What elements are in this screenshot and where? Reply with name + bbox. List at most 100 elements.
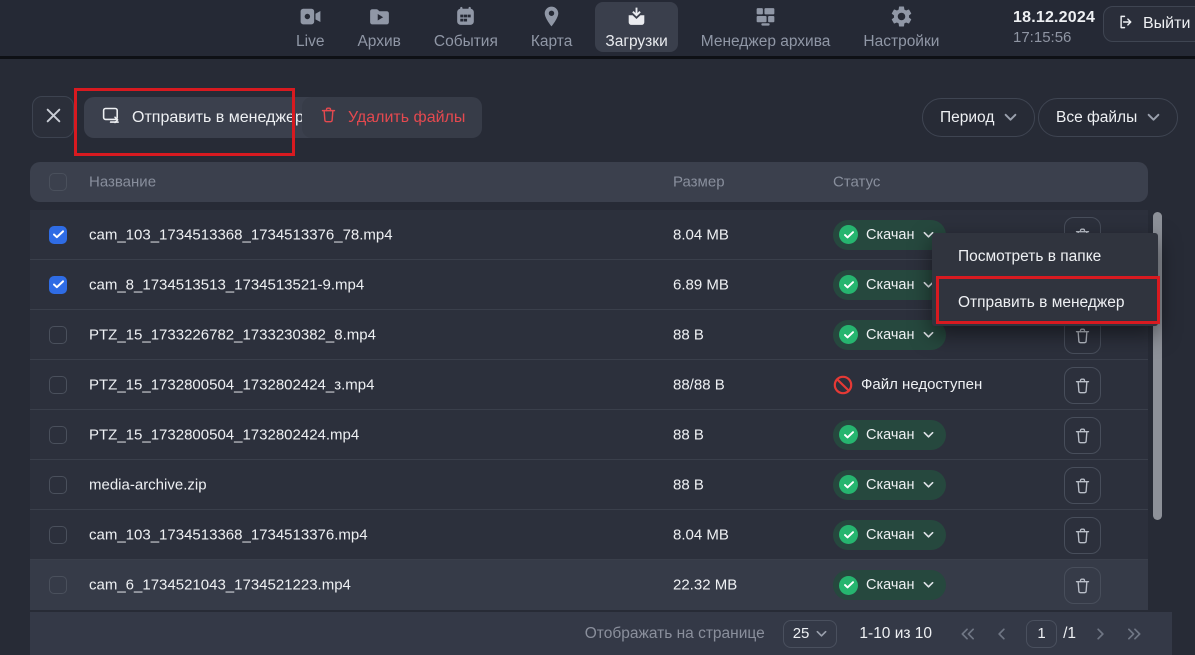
trash-icon (319, 105, 338, 130)
status-badge-downloaded[interactable]: Скачан (833, 270, 946, 300)
tab-map[interactable]: Карта (521, 2, 582, 52)
chevron-down-icon (923, 481, 934, 489)
chevron-down-icon (816, 630, 827, 638)
file-name: PTZ_15_1732800504_1732802424.mp4 (89, 426, 359, 443)
status-text: Скачан (866, 477, 915, 493)
nav-tabs: Live Архив События Карта (286, 0, 949, 55)
status-badge-downloaded[interactable]: Скачан (833, 420, 946, 450)
chevron-down-icon (1147, 109, 1160, 127)
row-checkbox[interactable] (49, 326, 67, 344)
last-page-button[interactable] (1125, 626, 1144, 642)
table-row[interactable]: cam_6_1734521043_1734521223.mp4 22.32 MB… (30, 560, 1148, 610)
table-row[interactable]: PTZ_15_1732800504_1732802424.mp4 88 B Ск… (30, 410, 1148, 460)
row-checkbox[interactable] (49, 526, 67, 544)
status-text: Скачан (866, 577, 915, 593)
row-checkbox[interactable] (49, 276, 67, 294)
table-row[interactable]: PTZ_15_1732800504_1732802424_з.mp4 88/88… (30, 360, 1148, 410)
status-text: Скачан (866, 527, 915, 543)
tab-archive-manager-label: Менеджер архива (701, 33, 831, 51)
tab-events-label: События (434, 33, 498, 51)
tab-map-label: Карта (531, 33, 572, 51)
archive-manager-icon (753, 4, 778, 29)
tab-archive[interactable]: Архив (347, 2, 410, 52)
live-camera-icon (298, 4, 323, 29)
delete-file-button[interactable] (1064, 567, 1101, 604)
row-checkbox[interactable] (49, 376, 67, 394)
check-circle-icon (839, 425, 858, 444)
page-size-dropdown[interactable]: 25 (783, 620, 838, 648)
file-status-cell: Скачан (833, 270, 946, 300)
file-size: 88/88 B (673, 376, 725, 393)
blocked-icon (833, 375, 853, 395)
status-badge-downloaded[interactable]: Скачан (833, 220, 946, 250)
file-status-cell: Скачан (833, 320, 946, 350)
status-text: Скачан (866, 427, 915, 443)
file-type-filter-dropdown[interactable]: Все файлы (1038, 98, 1178, 137)
current-page-box[interactable]: 1 (1026, 620, 1057, 648)
next-page-button[interactable] (1091, 626, 1110, 642)
delete-file-button[interactable] (1064, 367, 1101, 404)
file-status-cell: Скачан (833, 520, 946, 550)
trash-icon (1073, 526, 1092, 546)
delete-file-button[interactable] (1064, 467, 1101, 504)
file-size: 88 B (673, 476, 704, 493)
menu-item-send-to-manager[interactable]: Отправить в менеджер (932, 280, 1158, 326)
period-label: Период (940, 109, 994, 127)
first-page-button[interactable] (958, 626, 977, 642)
chevron-left-icon (994, 628, 1009, 640)
prev-page-button[interactable] (992, 626, 1011, 642)
chevron-down-icon (923, 531, 934, 539)
tab-downloads-label: Загрузки (605, 33, 667, 51)
pager: 1 /1 (958, 620, 1144, 648)
range-text: 1-10 из 10 (859, 625, 932, 643)
period-filter-dropdown[interactable]: Период (922, 98, 1035, 137)
chevron-down-icon (923, 581, 934, 589)
column-header-status: Статус (833, 174, 880, 191)
check-circle-icon (839, 525, 858, 544)
chevron-down-icon (923, 331, 934, 339)
file-size: 88 B (673, 326, 704, 343)
status-badge-downloaded[interactable]: Скачан (833, 520, 946, 550)
status-text: Файл недоступен (861, 376, 982, 393)
tab-settings[interactable]: Настройки (853, 2, 949, 52)
menu-item-show-in-folder[interactable]: Посмотреть в папке (932, 234, 1158, 280)
close-icon (45, 107, 62, 127)
check-circle-icon (839, 275, 858, 294)
status-badge-downloaded[interactable]: Скачан (833, 320, 946, 350)
send-to-manager-label: Отправить в менеджер (132, 109, 304, 127)
page-size-label: Отображать на странице (585, 625, 765, 643)
file-status-cell: Скачан (833, 570, 946, 600)
select-all-checkbox[interactable] (49, 173, 67, 191)
clear-selection-button[interactable] (32, 96, 74, 138)
delete-files-button[interactable]: Удалить файлы (302, 97, 482, 138)
status-badge-downloaded[interactable]: Скачан (833, 570, 946, 600)
row-checkbox[interactable] (49, 476, 67, 494)
table-row[interactable]: media-archive.zip 88 B Скачан (30, 460, 1148, 510)
delete-file-button[interactable] (1064, 517, 1101, 554)
file-name: media-archive.zip (89, 476, 207, 493)
double-chevron-right-icon (1127, 628, 1142, 640)
row-checkbox[interactable] (49, 576, 67, 594)
logout-button[interactable]: Выйти (1103, 6, 1195, 42)
settings-gear-icon (889, 4, 914, 29)
tab-events[interactable]: События (424, 2, 508, 52)
status-badge-downloaded[interactable]: Скачан (833, 470, 946, 500)
file-status-cell: Скачан (833, 470, 946, 500)
datetime-display: 18.12.2024 17:15:56 (1013, 9, 1095, 46)
double-chevron-left-icon (960, 628, 975, 640)
table-row[interactable]: cam_103_1734513368_1734513376.mp4 8.04 M… (30, 510, 1148, 560)
tab-archive-manager[interactable]: Менеджер архива (691, 2, 841, 52)
row-context-menu: Посмотреть в папке Отправить в менеджер (932, 233, 1158, 326)
row-checkbox[interactable] (49, 426, 67, 444)
check-circle-icon (839, 325, 858, 344)
tab-downloads[interactable]: Загрузки (595, 2, 677, 52)
table-header: Название Размер Статус (30, 162, 1148, 202)
tab-live[interactable]: Live (286, 2, 334, 52)
delete-file-button[interactable] (1064, 417, 1101, 454)
row-checkbox[interactable] (49, 226, 67, 244)
check-circle-icon (839, 225, 858, 244)
top-nav-bar: Live Архив События Карта (0, 0, 1195, 59)
send-to-manager-button[interactable]: Отправить в менеджер (84, 97, 321, 138)
file-name: PTZ_15_1733226782_1733230382_8.mp4 (89, 326, 376, 343)
file-size: 88 B (673, 426, 704, 443)
